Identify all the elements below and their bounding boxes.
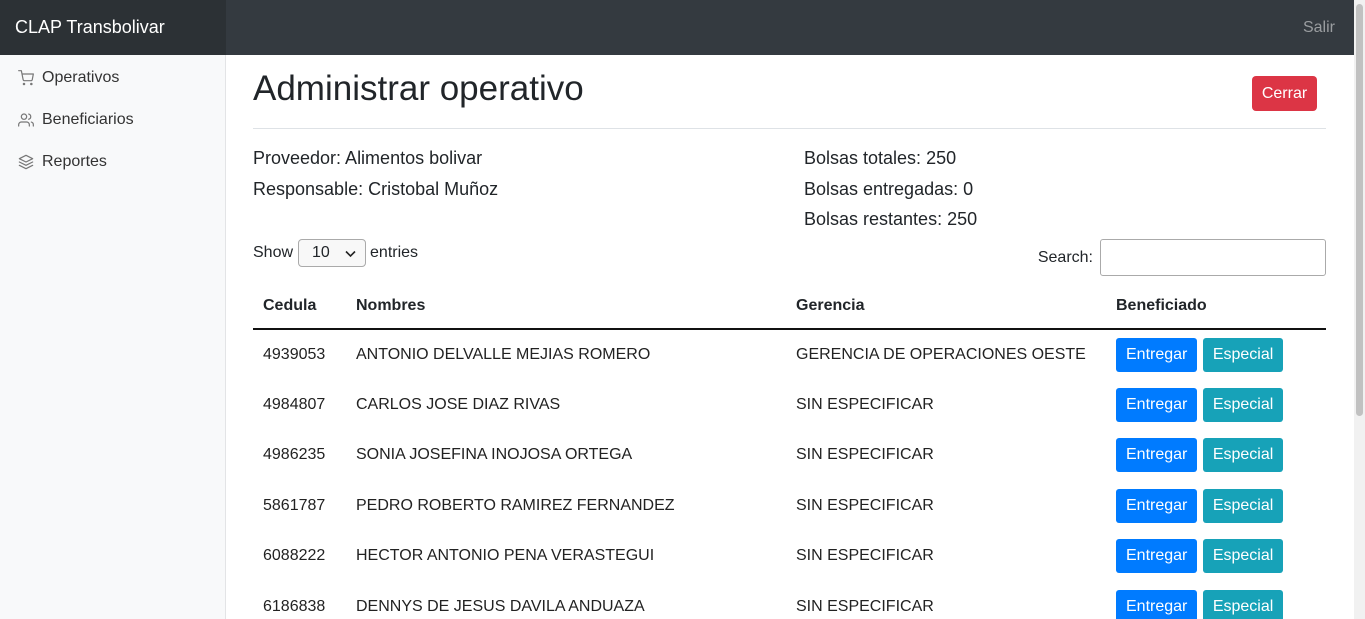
layers-icon <box>18 154 34 170</box>
sidebar: Operativos Beneficiarios Reportes <box>0 55 226 619</box>
entregar-button[interactable]: Entregar <box>1116 387 1198 422</box>
table-row: 4939053 ANTONIO DELVALLE MEJIAS ROMERO G… <box>253 329 1326 380</box>
close-button[interactable]: Cerrar <box>1252 76 1317 111</box>
sidebar-item-beneficiarios[interactable]: Beneficiarios <box>0 99 225 141</box>
sidebar-item-label: Reportes <box>42 153 107 170</box>
column-header-gerencia[interactable]: Gerencia <box>786 284 1106 330</box>
especial-button[interactable]: Especial <box>1202 438 1284 473</box>
table-row: 4986235 SONIA JOSEFINA INOJOSA ORTEGA SI… <box>253 430 1326 481</box>
cell-cedula: 4939053 <box>263 345 326 363</box>
chevron-down-icon <box>345 250 356 258</box>
cell-actions: Entregar Especial <box>1106 430 1326 481</box>
table-search: Search: <box>1038 239 1326 276</box>
cell-actions: Entregar Especial <box>1106 531 1326 582</box>
table-row: 6088222 HECTOR ANTONIO PENA VERASTEGUI S… <box>253 531 1326 582</box>
users-icon <box>18 113 34 127</box>
column-header-cedula[interactable]: Cedula <box>253 284 346 330</box>
proveedor-text: Proveedor: Alimentos bolivar <box>253 148 483 168</box>
cell-nombres: ANTONIO DELVALLE MEJIAS ROMERO <box>356 345 651 363</box>
especial-button[interactable]: Especial <box>1202 337 1284 372</box>
page-title: Administrar operativo <box>253 69 584 108</box>
table-row: 5861787 PEDRO ROBERTO RAMIREZ FERNANDEZ … <box>253 481 1326 532</box>
entregar-button[interactable]: Entregar <box>1116 337 1198 372</box>
cell-nombres: PEDRO ROBERTO RAMIREZ FERNANDEZ <box>356 496 675 514</box>
sidebar-item-label: Operativos <box>42 69 120 86</box>
column-header-nombres[interactable]: Nombres <box>346 284 786 330</box>
operativo-info: Proveedor: Alimentos bolivar Responsable… <box>253 143 498 204</box>
search-label: Search: <box>1037 248 1093 266</box>
cell-cedula: 6186838 <box>263 597 326 615</box>
table-header-row: Cedula Nombres Gerencia Beneficiado <box>253 284 1326 330</box>
bolsas-restantes-text: Bolsas restantes: 250 <box>804 209 978 229</box>
entregar-button[interactable]: Entregar <box>1116 539 1198 574</box>
brand-title[interactable]: CLAP Transbolivar <box>0 0 226 55</box>
cell-gerencia: SIN ESPECIFICAR <box>796 547 934 565</box>
cell-actions: Entregar Especial <box>1106 481 1326 532</box>
bolsas-totales-text: Bolsas totales: 250 <box>804 148 957 168</box>
search-input[interactable] <box>1100 239 1326 276</box>
signout-link[interactable]: Salir <box>1303 0 1335 55</box>
cell-cedula: 4984807 <box>263 395 326 413</box>
bolsas-info: Bolsas totales: 250 Bolsas entregadas: 0… <box>804 143 977 235</box>
cell-gerencia: SIN ESPECIFICAR <box>796 597 934 615</box>
entregar-button[interactable]: Entregar <box>1116 488 1198 523</box>
especial-button[interactable]: Especial <box>1202 488 1284 523</box>
cell-gerencia: SIN ESPECIFICAR <box>796 496 934 514</box>
cell-gerencia: GERENCIA DE OPERACIONES OESTE <box>796 345 1086 363</box>
bolsas-entregadas-text: Bolsas entregadas: 0 <box>804 178 974 199</box>
sidebar-item-label: Beneficiarios <box>42 111 134 128</box>
especial-button[interactable]: Especial <box>1202 589 1284 619</box>
cell-actions: Entregar Especial <box>1106 380 1326 431</box>
cell-actions: Entregar Especial <box>1106 329 1326 380</box>
entries-select-value: 10 <box>312 244 330 261</box>
table-row: 4984807 CARLOS JOSE DIAZ RIVAS SIN ESPEC… <box>253 380 1326 431</box>
entries-select[interactable]: 10 <box>298 239 367 267</box>
top-navbar: CLAP Transbolivar Salir <box>0 0 1365 55</box>
entregar-button[interactable]: Entregar <box>1116 589 1198 619</box>
beneficiarios-table: Cedula Nombres Gerencia Beneficiado 4939… <box>253 284 1326 619</box>
cell-cedula: 6088222 <box>263 547 326 565</box>
entregar-button[interactable]: Entregar <box>1116 438 1198 473</box>
show-label: Show <box>253 244 294 261</box>
entries-label: entries <box>370 244 419 261</box>
cell-cedula: 5861787 <box>263 496 326 514</box>
cell-gerencia: SIN ESPECIFICAR <box>796 395 934 413</box>
entries-length-control: Show 10 entries <box>253 239 418 267</box>
sidebar-item-operativos[interactable]: Operativos <box>0 57 225 99</box>
cell-nombres: CARLOS JOSE DIAZ RIVAS <box>356 395 561 413</box>
divider <box>253 128 1326 129</box>
column-header-beneficiado[interactable]: Beneficiado <box>1106 284 1326 330</box>
cell-nombres: DENNYS DE JESUS DAVILA ANDUAZA <box>356 597 645 615</box>
vertical-scrollbar[interactable] <box>1354 0 1365 619</box>
especial-button[interactable]: Especial <box>1202 539 1284 574</box>
cell-nombres: SONIA JOSEFINA INOJOSA ORTEGA <box>356 446 633 464</box>
especial-button[interactable]: Especial <box>1202 387 1284 422</box>
cart-icon <box>18 70 34 86</box>
cell-gerencia: SIN ESPECIFICAR <box>796 446 934 464</box>
responsable-text: Responsable: Cristobal Muñoz <box>253 178 499 199</box>
cell-cedula: 4986235 <box>263 446 326 464</box>
scrollbar-thumb[interactable] <box>1356 4 1363 416</box>
cell-actions: Entregar Especial <box>1106 582 1326 619</box>
cell-nombres: HECTOR ANTONIO PENA VERASTEGUI <box>356 547 655 565</box>
table-row: 6186838 DENNYS DE JESUS DAVILA ANDUAZA S… <box>253 582 1326 619</box>
sidebar-item-reportes[interactable]: Reportes <box>0 141 225 183</box>
